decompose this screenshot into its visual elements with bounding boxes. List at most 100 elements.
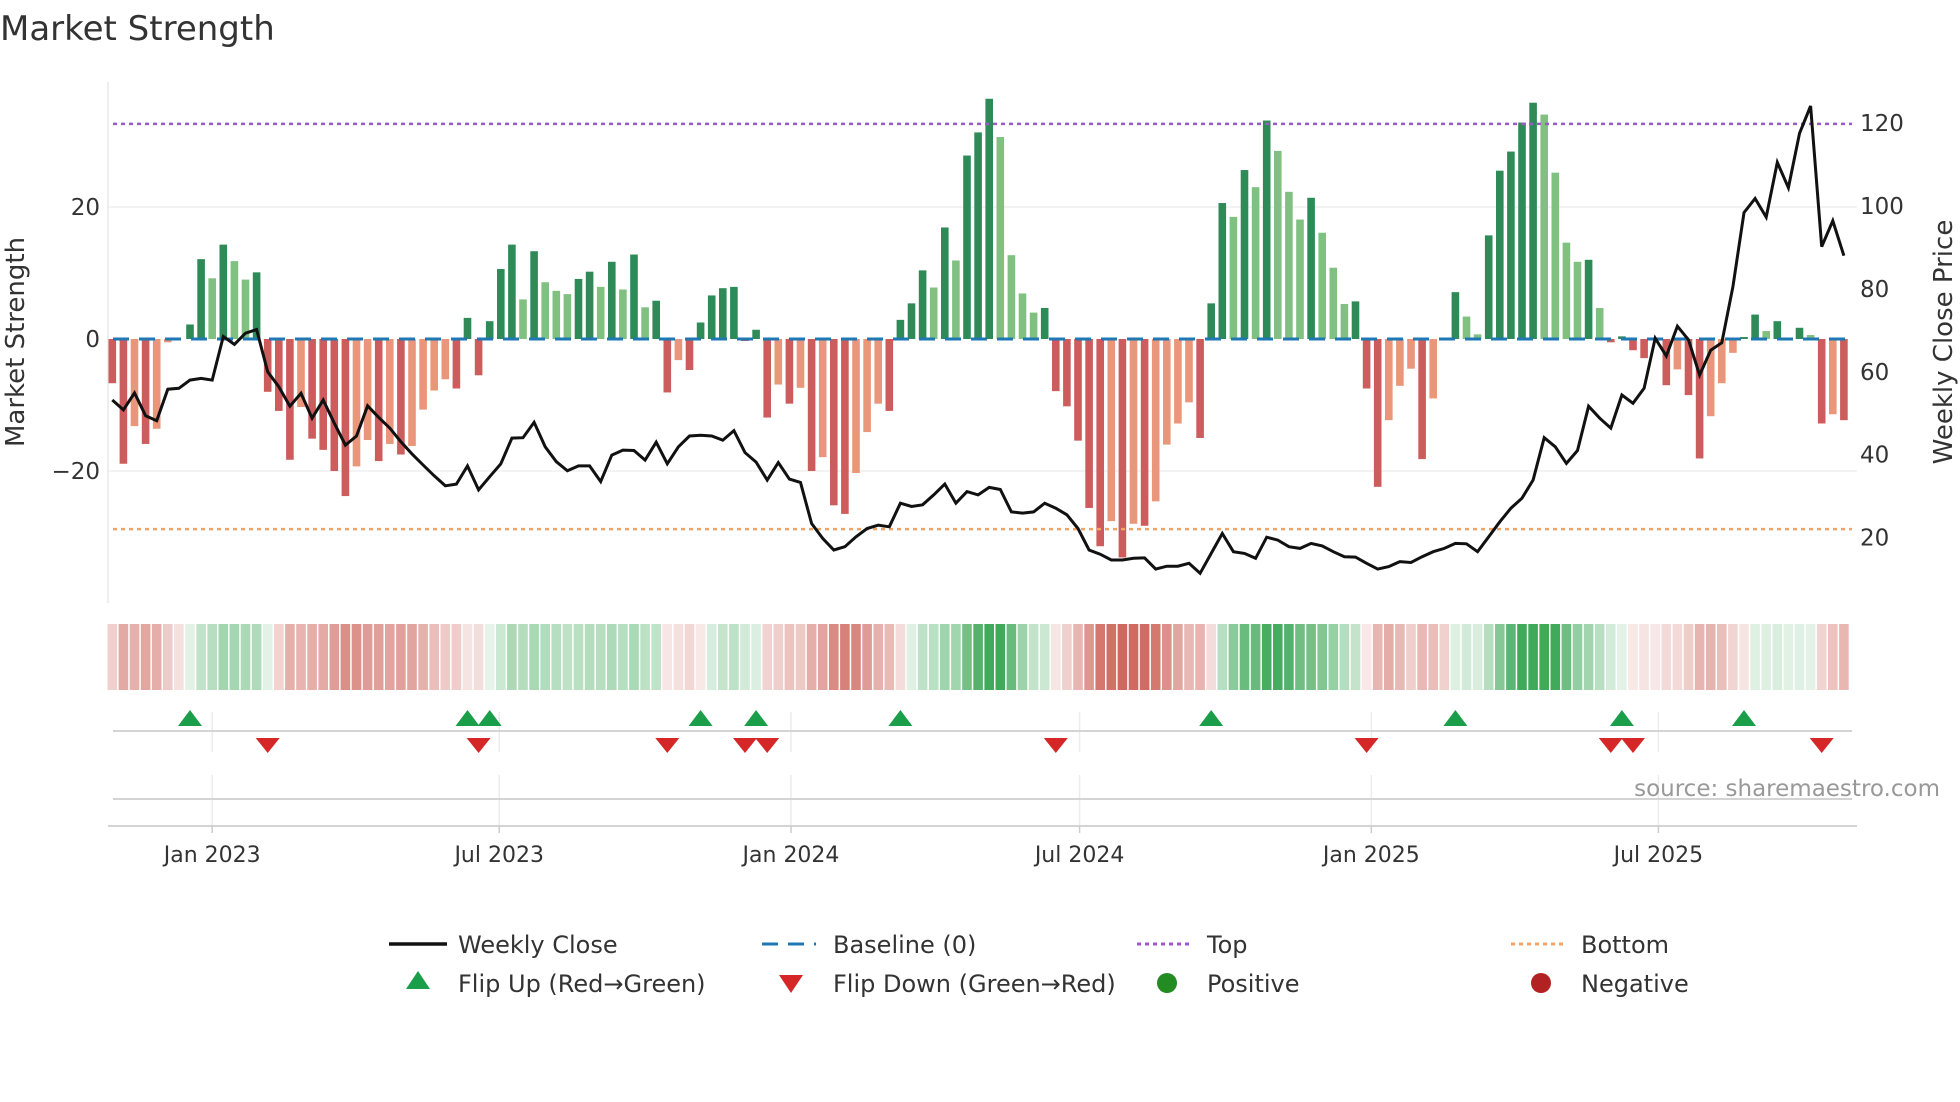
heatmap-cell [1162, 624, 1172, 690]
heatmap-cell [407, 624, 417, 690]
flip-up-marker [455, 710, 480, 726]
heatmap-cell [1361, 624, 1372, 690]
legend-positive[interactable]: Positive [1157, 970, 1300, 998]
heatmap-cell [473, 624, 484, 690]
positive-strength-bar [1529, 102, 1537, 339]
positive-strength-bar [974, 132, 982, 339]
legend-negative[interactable]: Negative [1531, 970, 1689, 998]
heatmap-cell [385, 624, 395, 690]
heatmap-cell [740, 624, 750, 690]
heatmap-cell [1450, 624, 1461, 690]
positive-strength-bar [197, 259, 205, 339]
heatmap-cell [1828, 624, 1838, 690]
heatmap-cell [1306, 624, 1316, 690]
flip-down-marker [466, 738, 491, 753]
negative-strength-bar [330, 339, 339, 471]
y-tick-label: 20 [71, 195, 100, 221]
heatmap-cell [1195, 624, 1205, 690]
strength-heatmap-strip [107, 624, 1849, 690]
positive-strength-bar [985, 98, 993, 339]
heatmap-cell [1051, 624, 1061, 690]
positive-strength-bar [963, 155, 971, 339]
legend-flip-down[interactable]: Flip Down (Green→Red) [779, 970, 1116, 998]
legend-label: Bottom [1581, 931, 1669, 959]
positive-strength-bar [219, 244, 228, 339]
positive-strength-bar [552, 290, 561, 339]
heatmap-cell [496, 624, 506, 690]
positive-strength-bar [508, 244, 516, 339]
legend-bottom[interactable]: Bottom [1511, 931, 1669, 959]
positive-strength-bar [1773, 321, 1782, 339]
positive-strength-bar [530, 251, 538, 339]
positive-strength-bar [230, 261, 239, 339]
heatmap-cell [729, 624, 739, 690]
negative-strength-bar [319, 339, 327, 450]
heatmap-cell [118, 624, 129, 690]
flip-up-marker [888, 710, 913, 726]
legend-top[interactable]: Top [1137, 931, 1248, 959]
heatmap-cell [873, 624, 883, 690]
negative-strength-bar [341, 339, 350, 497]
heatmap-cell [1517, 624, 1527, 690]
negative-strength-bar [474, 339, 483, 376]
heatmap-cell [1794, 624, 1805, 690]
heatmap-cell [795, 624, 806, 690]
negative-strength-bar [852, 339, 860, 473]
negative-strength-bar [863, 339, 871, 433]
negative-strength-bar [1362, 339, 1371, 389]
heatmap-cell [684, 624, 695, 690]
y2-tick-label: 80 [1860, 277, 1889, 303]
heatmap-cell [418, 624, 428, 690]
heatmap-cell [1694, 624, 1705, 690]
positive-strength-bar [941, 227, 949, 339]
heatmap-cell [518, 624, 528, 690]
heatmap-cell [584, 624, 595, 690]
heatmap-cell [718, 624, 728, 690]
heatmap-cell [1705, 624, 1716, 690]
legend-label: Top [1206, 931, 1248, 959]
negative-strength-bar [674, 339, 683, 361]
heatmap-cell [618, 624, 628, 690]
heatmap-cell [695, 624, 706, 690]
flip-down-marker [1354, 738, 1379, 753]
positive-strength-bar [1207, 303, 1215, 339]
legend-label: Flip Up (Red→Green) [458, 970, 706, 998]
legend-baseline[interactable]: Baseline (0) [762, 931, 976, 959]
heatmap-cell [1483, 624, 1494, 690]
y-tick-label: 0 [85, 327, 100, 353]
flip-up-marker [1732, 710, 1756, 726]
positive-strength-bar [1251, 187, 1260, 339]
negative-strength-bar [1052, 339, 1060, 392]
heatmap-cell [262, 624, 273, 690]
heatmap-cell [1805, 624, 1816, 690]
negative-strength-bar [1418, 339, 1426, 460]
negative-strength-bar [1673, 339, 1682, 370]
heatmap-cell [296, 624, 306, 690]
y2-tick-label: 100 [1860, 194, 1904, 220]
positive-strength-bar [1262, 120, 1271, 339]
negative-strength-bar [430, 339, 438, 391]
legend-flip-up[interactable]: Flip Up (Red→Green) [406, 970, 706, 998]
heatmap-cell [140, 624, 151, 690]
heatmap-cell [529, 624, 539, 690]
positive-strength-bar [652, 300, 660, 339]
y2-tick-label: 120 [1860, 111, 1904, 137]
heatmap-cell [1184, 624, 1194, 690]
heatmap-cell [1816, 624, 1827, 690]
heatmap-cell [1672, 624, 1683, 690]
positive-strength-bar [730, 286, 738, 339]
positive-strength-bar [1562, 242, 1571, 339]
negative-strength-bar [1085, 339, 1093, 508]
positive-strength-bar [952, 260, 960, 339]
flip-up-marker [1609, 710, 1634, 726]
positive-strength-bar [719, 288, 727, 339]
legend-weekly-close[interactable]: Weekly Close [389, 931, 618, 959]
heatmap-cell [1528, 624, 1538, 690]
heatmap-cell [1117, 624, 1128, 690]
heatmap-cell [817, 624, 828, 690]
flip-up-marker [744, 710, 769, 726]
flip-up-marker [178, 710, 202, 726]
heatmap-cell [562, 624, 573, 690]
negative-strength-bar [807, 339, 816, 471]
heatmap-cell [1750, 624, 1760, 690]
